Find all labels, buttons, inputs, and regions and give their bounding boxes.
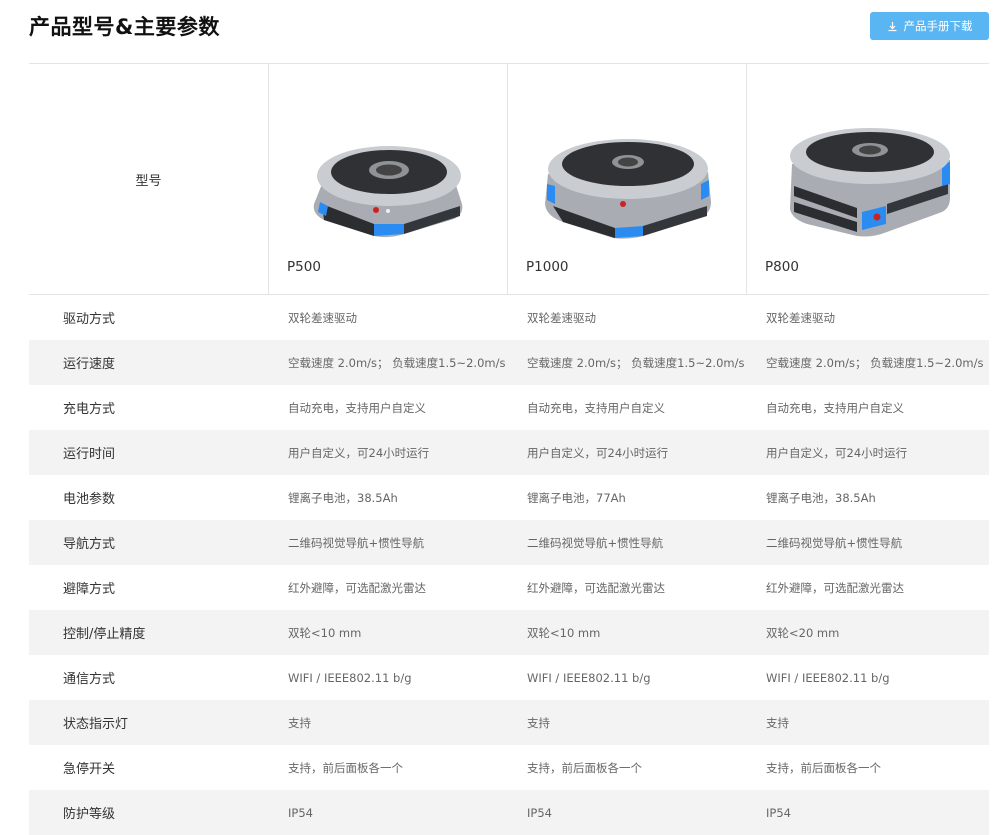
spec-value: 二维码视觉导航+惯性导航 <box>288 535 425 550</box>
download-icon <box>887 21 898 32</box>
spec-value: IP54 <box>288 805 313 820</box>
spec-value: 自动充电，支持用户自定义 <box>288 400 426 415</box>
spec-value: 锂离子电池，38.5Ah <box>288 490 398 505</box>
spec-value: 双轮<10 mm <box>527 625 601 640</box>
model-header-row: 型号 P500 P1000 P800 <box>29 64 989 295</box>
spec-row: 急停开关 支持，前后面板各一个 支持，前后面板各一个 支持，前后面板各一个 <box>29 745 989 790</box>
spec-label: 充电方式 <box>63 402 116 417</box>
spec-label: 避障方式 <box>63 582 116 597</box>
spec-label: 控制/停止精度 <box>63 627 146 642</box>
spec-value: 支持，前后面板各一个 <box>527 760 642 775</box>
spec-value: 双轮差速驱动 <box>527 310 596 325</box>
spec-value: 用户自定义，可24小时运行 <box>766 445 908 460</box>
spec-row: 状态指示灯 支持 支持 支持 <box>29 700 989 745</box>
spec-value: WIFI / IEEE802.11 b/g <box>766 670 890 685</box>
spec-value: IP54 <box>766 805 791 820</box>
spec-row: 避障方式 红外避障，可选配激光雷达 红外避障，可选配激光雷达 红外避障，可选配激光雷达 <box>29 565 989 610</box>
robot-image <box>790 128 950 237</box>
spec-value: 支持，前后面板各一个 <box>288 760 403 775</box>
spec-value: IP54 <box>527 805 552 820</box>
product-column-p800: P800 <box>747 64 988 294</box>
spec-value: 红外避障，可选配激光雷达 <box>288 580 426 595</box>
spec-value: WIFI / IEEE802.11 b/g <box>527 670 651 685</box>
spec-value: 支持，前后面板各一个 <box>766 760 881 775</box>
spec-value: 双轮<10 mm <box>288 625 362 640</box>
spec-value: 红外避障，可选配激光雷达 <box>527 580 665 595</box>
spec-row: 驱动方式 双轮差速驱动 双轮差速驱动 双轮差速驱动 <box>29 295 989 340</box>
spec-value: 支持 <box>527 715 550 730</box>
download-label: 产品手册下载 <box>903 19 973 33</box>
spec-value: 锂离子电池，77Ah <box>527 490 626 505</box>
spec-label: 运行时间 <box>63 447 116 462</box>
spec-value: 支持 <box>766 715 789 730</box>
spec-label: 电池参数 <box>63 492 116 507</box>
product-name: P500 <box>287 259 321 275</box>
spec-label: 状态指示灯 <box>63 717 129 732</box>
product-column-p500: P500 <box>269 64 508 294</box>
spec-table: 型号 P500 P1000 P800 驱动方式 双轮差速驱动 双轮差速驱动 双轮… <box>29 63 989 835</box>
manual-download-button[interactable]: 产品手册下载 <box>870 12 989 40</box>
spec-value: WIFI / IEEE802.11 b/g <box>288 670 412 685</box>
spec-value: 双轮差速驱动 <box>766 310 835 325</box>
product-name: P1000 <box>526 259 569 275</box>
spec-value: 空载速度 2.0m/s； 负载速度1.5~2.0m/s <box>527 355 745 370</box>
spec-row: 通信方式 WIFI / IEEE802.11 b/g WIFI / IEEE802.… <box>29 655 989 700</box>
spec-row: 控制/停止精度 双轮<10 mm 双轮<10 mm 双轮<20 mm <box>29 610 989 655</box>
spec-value: 空载速度 2.0m/s； 负载速度1.5~2.0m/s <box>288 355 506 370</box>
spec-value: 红外避障，可选配激光雷达 <box>766 580 904 595</box>
spec-value: 锂离子电池，38.5Ah <box>766 490 876 505</box>
spec-value: 二维码视觉导航+惯性导航 <box>527 535 664 550</box>
spec-value: 用户自定义，可24小时运行 <box>288 445 430 460</box>
product-name: P800 <box>765 259 799 275</box>
spec-label: 急停开关 <box>63 762 116 777</box>
spec-row: 防护等级 IP54 IP54 IP54 <box>29 790 989 835</box>
spec-label: 运行速度 <box>63 357 116 372</box>
spec-value: 二维码视觉导航+惯性导航 <box>766 535 903 550</box>
spec-value: 支持 <box>288 715 311 730</box>
spec-value: 双轮<20 mm <box>766 625 840 640</box>
robot-image <box>545 139 711 239</box>
spec-label: 驱动方式 <box>63 312 116 327</box>
spec-row: 导航方式 二维码视觉导航+惯性导航 二维码视觉导航+惯性导航 二维码视觉导航+惯性导航 <box>29 520 989 565</box>
spec-value: 自动充电，支持用户自定义 <box>527 400 665 415</box>
model-header-label: 型号 <box>29 64 269 294</box>
spec-row: 运行时间 用户自定义，可24小时运行 用户自定义，可24小时运行 用户自定义，可24小… <box>29 430 989 475</box>
spec-label: 导航方式 <box>63 537 116 552</box>
product-column-p1000: P1000 <box>508 64 747 294</box>
spec-label: 通信方式 <box>63 672 116 687</box>
spec-row: 运行速度 空载速度 2.0m/s； 负载速度1.5~2.0m/s 空载速度 2.0m… <box>29 340 989 385</box>
spec-value: 用户自定义，可24小时运行 <box>527 445 669 460</box>
spec-value: 空载速度 2.0m/s； 负载速度1.5~2.0m/s <box>766 355 984 370</box>
page-title: 产品型号&主要参数 <box>29 15 220 39</box>
spec-row: 电池参数 锂离子电池，38.5Ah 锂离子电池，77Ah 锂离子电池，38.5Ah <box>29 475 989 520</box>
spec-value: 自动充电，支持用户自定义 <box>766 400 904 415</box>
spec-label: 防护等级 <box>63 807 116 822</box>
spec-rows: 驱动方式 双轮差速驱动 双轮差速驱动 双轮差速驱动运行速度 空载速度 2.0m/s； 负… <box>29 295 989 835</box>
spec-row: 充电方式 自动充电，支持用户自定义 自动充电，支持用户自定义 自动充电，支持用户自定义 <box>29 385 989 430</box>
robot-image <box>313 146 463 238</box>
spec-value: 双轮差速驱动 <box>288 310 357 325</box>
